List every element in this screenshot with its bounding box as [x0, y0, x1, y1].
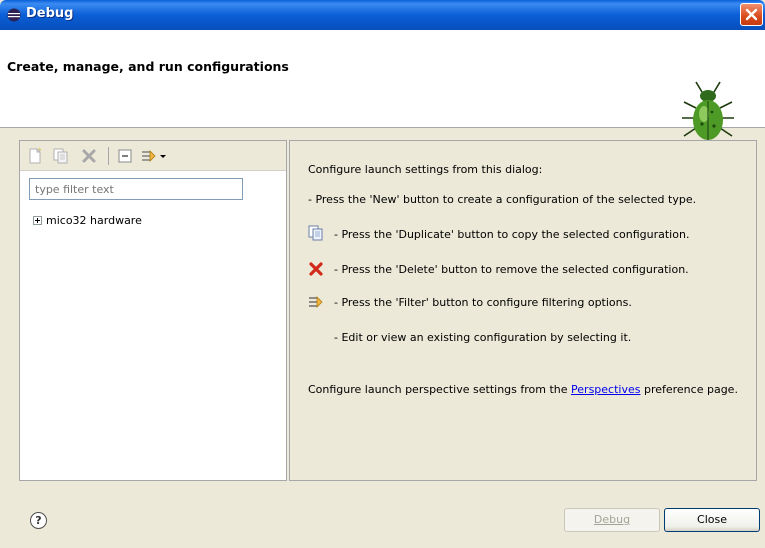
delete-icon	[309, 262, 323, 276]
dialog-title: Create, manage, and run configurations	[7, 59, 289, 74]
help-duplicate-line: - Press the 'Duplicate' button to copy t…	[334, 228, 690, 241]
title-bar[interactable]: Debug	[0, 0, 765, 30]
launch-config-toolbar	[20, 141, 286, 171]
configuration-tree-panel: mico32 hardware	[19, 140, 287, 481]
help-new-line: - Press the 'New' button to create a con…	[308, 193, 697, 206]
new-config-icon[interactable]	[26, 147, 44, 165]
help-delete-line: - Press the 'Delete' button to remove th…	[334, 263, 689, 276]
eclipse-icon	[7, 8, 21, 22]
filter-input[interactable]	[29, 178, 243, 200]
help-icon[interactable]: ?	[30, 512, 47, 529]
debug-button-label: Debug	[593, 513, 631, 526]
window-title: Debug	[26, 6, 74, 21]
dropdown-arrow-icon[interactable]	[158, 147, 168, 165]
perspective-text-after: preference page.	[640, 383, 738, 396]
help-filter-line: - Press the 'Filter' button to configure…	[334, 296, 632, 309]
perspective-text-before: Configure launch perspective settings fr…	[308, 383, 572, 396]
perspectives-link[interactable]: Perspectives	[571, 383, 640, 396]
tree-item-label: mico32 hardware	[46, 214, 142, 227]
close-button[interactable]: Close	[664, 508, 760, 532]
debug-bug-icon	[682, 81, 734, 140]
duplicate-icon	[308, 225, 323, 241]
filter-icon[interactable]	[140, 147, 158, 165]
configuration-help-panel: Configure launch settings from this dial…	[289, 140, 757, 481]
toolbar-separator	[108, 147, 109, 165]
help-perspective-paragraph: Configure launch perspective settings fr…	[308, 382, 748, 397]
close-icon	[745, 8, 758, 21]
tree-item-mico32-hardware[interactable]: mico32 hardware	[33, 214, 142, 227]
duplicate-icon[interactable]	[52, 147, 70, 165]
filter-icon	[309, 296, 323, 308]
delete-icon[interactable]	[80, 147, 98, 165]
debug-button[interactable]: Debug	[564, 508, 660, 532]
window-close-button[interactable]	[740, 3, 763, 26]
help-edit-line: - Edit or view an existing configuration…	[334, 331, 632, 344]
expand-icon[interactable]	[33, 216, 42, 225]
help-intro: Configure launch settings from this dial…	[308, 163, 543, 176]
collapse-all-icon[interactable]	[116, 147, 134, 165]
dialog-header: Create, manage, and run configurations	[0, 30, 765, 140]
